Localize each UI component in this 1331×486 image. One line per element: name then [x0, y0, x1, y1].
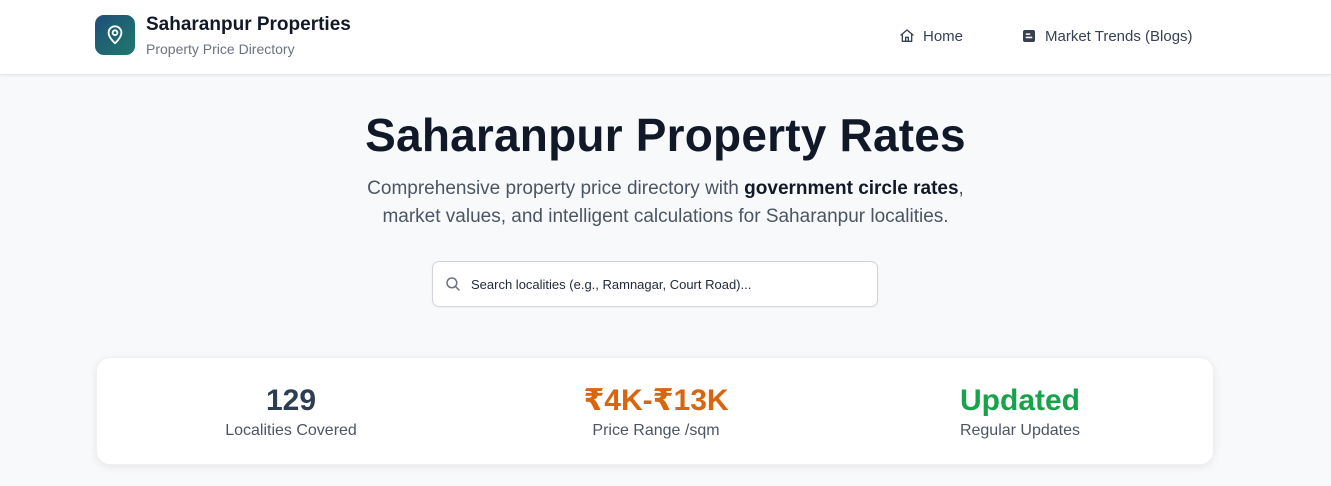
nav-home-label: Home — [923, 27, 964, 45]
search-icon — [444, 275, 462, 293]
top-navbar: Saharanpur Properties Property Price Dir… — [0, 0, 1331, 75]
hero-description: Comprehensive property price directory w… — [0, 175, 1331, 231]
stats-card: 129 Localities Covered ₹4K-₹13K Price Ra… — [96, 357, 1214, 465]
brand-title[interactable]: Saharanpur Properties — [146, 14, 351, 36]
search-bar[interactable] — [432, 261, 878, 307]
stat-localities-label: Localities Covered — [225, 422, 357, 439]
stat-localities-value: 129 — [265, 384, 317, 417]
hero-desc-line2: market values, and intelligent calculati… — [382, 206, 949, 227]
stat-updates-value: Updated — [960, 384, 1080, 417]
stat-localities: 129 Localities Covered — [105, 384, 477, 440]
hero-desc-part1: Comprehensive property price directory w… — [367, 178, 745, 199]
blog-icon — [1021, 28, 1037, 44]
map-pin-icon[interactable] — [95, 15, 135, 55]
stat-updates-label: Regular Updates — [959, 422, 1081, 439]
search-input[interactable] — [471, 269, 861, 299]
hero-desc-bold: government circle rates — [744, 178, 959, 199]
nav-market-trends-label: Market Trends (Blogs) — [1045, 27, 1193, 45]
stat-price-range: ₹4K-₹13K Price Range /sqm — [470, 384, 842, 440]
stat-price-range-value: ₹4K-₹13K — [583, 384, 729, 417]
nav-market-trends-link[interactable]: Market Trends (Blogs) — [1021, 25, 1193, 47]
home-icon — [899, 28, 915, 44]
stat-updates: Updated Regular Updates — [834, 384, 1206, 440]
stat-price-range-label: Price Range /sqm — [592, 422, 720, 439]
nav-home-link[interactable]: Home — [899, 25, 963, 47]
brand-subtitle: Property Price Directory — [146, 41, 295, 57]
page-title: Saharanpur Property Rates — [365, 109, 966, 161]
hero-desc-part2: , — [958, 178, 964, 199]
